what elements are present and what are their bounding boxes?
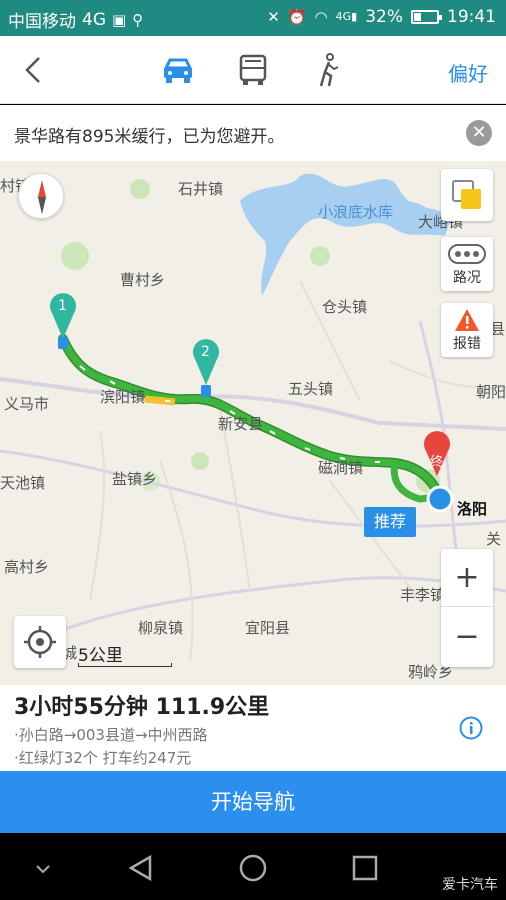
walk-icon [319,53,339,87]
place-label: 盐镇乡 [112,470,158,488]
status-bar: 中国移动 4G ▣ ⚲ ✕ ⏰ ◠ 4G▮ 32% 19:41 [0,0,506,36]
location-icon: ⚲ [132,10,144,29]
route-mode-bar: 偏好 [0,36,506,104]
report-label: 报错 [453,336,481,352]
route-map[interactable]: 石井镇 小浪底水库 大峪镇 曹村乡 仓头镇 五头镇 滨阳镇 新安县 义马市 磁涧… [0,161,506,685]
map-scale-bar [78,663,172,667]
place-label: 曹村乡 [120,271,166,289]
network-type: 4G [82,9,106,30]
place-label: 宜阳县 [245,619,291,637]
route-summary: 3小时55分钟 111.9公里 [14,695,270,720]
bus-icon [239,54,267,85]
place-label: 滨阳镇 [100,388,146,406]
route-extras: ·红绿灯32个 打车约247元 [14,749,192,767]
system-nav-bar: 爱卡汽车 [0,833,506,900]
place-label: 石井镇 [178,180,224,198]
warning-icon [455,309,479,331]
route-roads: ·孙白路→003县道→中州西路 [14,726,208,744]
waypoint-1-label: 1 [58,298,67,314]
place-label: 高村乡 [4,558,50,576]
place-label: 磁涧镇 [318,459,364,477]
place-label: 新安县 [218,415,264,433]
vibrate-mute-icon: ✕ [267,8,280,26]
close-notice-button[interactable]: ✕ [466,120,492,146]
sim-alert-icon: ▣ [112,10,127,29]
zoom-out-button[interactable]: − [441,608,493,666]
locate-me-button[interactable] [14,616,66,668]
traffic-notice-text: 景华路有895米缓行，已为您避开。 [14,127,285,147]
hide-keyboard-icon[interactable] [28,853,58,883]
alarm-icon: ⏰ [287,8,307,26]
place-label: 天池镇 [0,474,46,492]
mode-car-tab[interactable] [158,52,198,88]
carrier-name: 中国移动 [8,12,76,32]
place-label: 丰李镇 [400,586,446,604]
compass-icon [38,180,46,214]
map-layers-button[interactable] [441,169,493,221]
destination-marker-label: 终 [430,455,444,470]
close-icon: ✕ [471,122,487,143]
preference-button[interactable]: 偏好 [448,58,488,87]
car-icon [163,58,193,83]
wifi-icon: ◠ [314,8,328,26]
status-right: ✕ ⏰ ◠ 4G▮ 32% 19:41 [267,7,496,27]
place-label: 关 [486,530,502,548]
watermark: 爱卡汽车 [442,877,498,893]
traffic-toggle-button[interactable]: 路况 [441,237,493,291]
layers-icon [452,180,481,209]
traffic-notice: 景华路有895米缓行，已为您避开。 ✕ [0,105,506,161]
mode-walk-tab[interactable] [309,52,349,88]
battery-percent: 32% [365,7,403,27]
zoom-in-button[interactable]: + [441,549,493,607]
status-left: 中国移动 4G ▣ ⚲ [8,7,144,33]
current-position-dot [426,485,454,513]
back-button[interactable] [14,50,54,90]
mode-bus-tab[interactable] [233,52,273,88]
start-navigation-button[interactable]: 开始导航 [0,771,506,833]
route-slow-segment [144,395,176,406]
reservoir-water [240,173,450,296]
place-label: 仓头镇 [322,298,368,316]
report-error-button[interactable]: 报错 [441,303,493,357]
back-triangle-icon[interactable] [126,853,156,883]
crosshair-icon [24,626,56,658]
back-arrow-icon [25,57,40,83]
traffic-icon [448,244,486,264]
battery-fill [414,13,422,21]
signal-label: 4G [335,10,352,23]
compass-button[interactable] [18,173,64,219]
waypoint-2-label: 2 [201,344,210,360]
traffic-label: 路况 [453,270,481,286]
place-label: 小浪底水库 [318,203,394,221]
place-label: 五头镇 [288,380,334,398]
recommended-route-tag[interactable]: 推荐 [364,507,416,537]
signal-icon: 4G▮ [335,10,358,23]
place-label: 柳泉镇 [138,619,184,637]
recents-square-icon[interactable] [350,853,380,883]
zoom-controls: + − [441,549,493,667]
destination-label: 洛阳 [457,500,488,518]
place-label: 朝阳 [476,383,506,401]
place-label: 义马市 [4,395,50,413]
battery-icon [411,10,442,24]
clock: 19:41 [447,7,496,27]
home-circle-icon[interactable] [238,853,268,883]
route-info-panel[interactable]: 3小时55分钟 111.9公里 ·孙白路→003县道→中州西路 ·红绿灯32个 … [0,685,506,771]
info-icon[interactable] [459,716,483,740]
